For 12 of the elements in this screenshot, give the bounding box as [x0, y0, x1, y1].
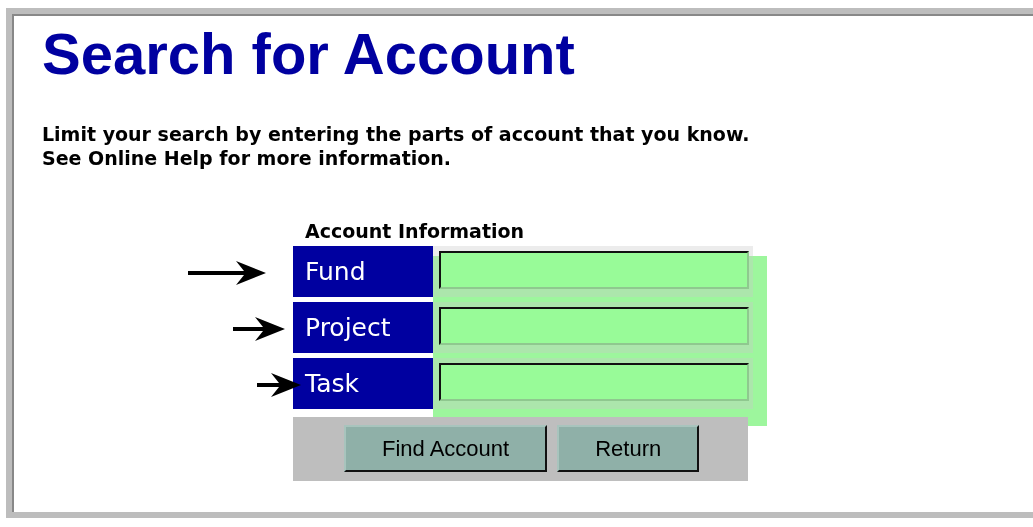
form-button[interactable]: Find Account	[344, 425, 548, 472]
input-field[interactable]	[439, 307, 749, 345]
input-field[interactable]	[439, 251, 749, 289]
form-button[interactable]: Return	[557, 425, 700, 472]
field-label: Fund	[293, 246, 433, 297]
instruction-text: Limit your search by entering the parts of account that you know.	[42, 122, 751, 146]
field-label: Project	[293, 302, 433, 353]
instruction-text: See Online Help for more information.	[42, 146, 453, 170]
input-field[interactable]	[439, 363, 749, 401]
field-label: Task	[293, 358, 433, 409]
section-heading: Account Information	[305, 220, 526, 242]
page-title: Search for Account	[42, 22, 576, 86]
